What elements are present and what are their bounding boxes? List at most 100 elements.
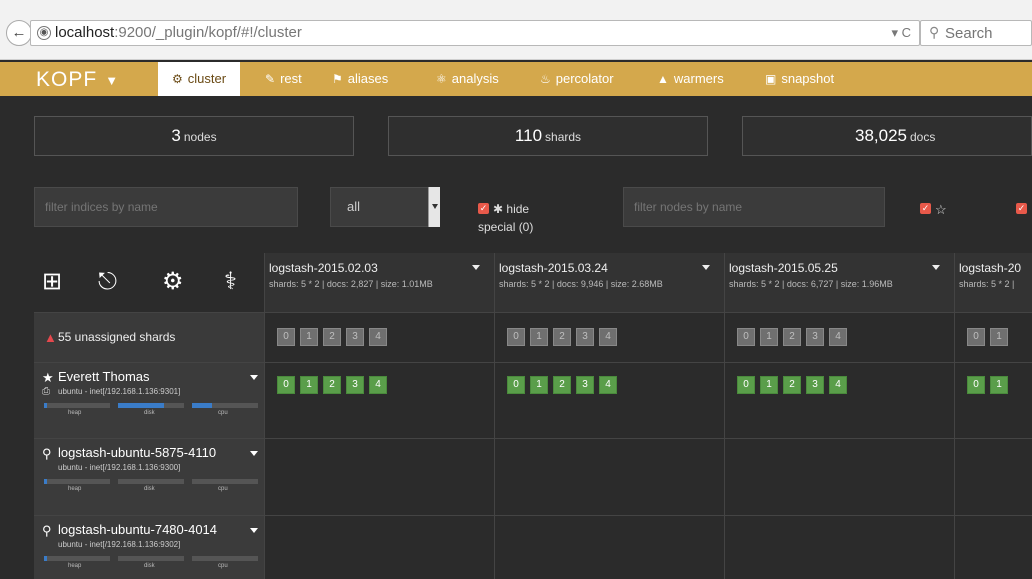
browser-toolbar: ← ◉ localhost:9200/_plugin/kopf/#!/clust… [0,0,1032,60]
unassigned-shard[interactable]: 2 [323,328,341,346]
index-header[interactable]: logstash-2015.05.25 shards: 5 * 2 | docs… [725,253,954,312]
unassigned-shard[interactable]: 3 [346,328,364,346]
started-shard[interactable]: 1 [300,376,318,394]
add-index-icon[interactable]: ⊞ [42,269,62,295]
filter-nodes-input[interactable] [623,187,885,227]
nav-cluster[interactable]: ⚙ cluster [158,62,241,96]
started-shard[interactable]: 3 [576,376,594,394]
select-arrow-icon [428,187,440,227]
nav-warmers[interactable]: ▲ warmers [657,62,724,96]
started-shard[interactable]: 1 [990,376,1008,394]
data-filter-checkbox[interactable]: ✓ [1016,203,1027,214]
grid-divider [34,438,1032,439]
filter-indices-input[interactable] [34,187,298,227]
master-filter-checkbox[interactable]: ✓ [920,203,931,214]
star-outline-icon: ☆ [935,202,947,217]
started-shard[interactable]: 3 [346,376,364,394]
disk-bar [118,403,184,408]
grid-divider [724,253,725,579]
unassigned-shard[interactable]: 0 [277,328,295,346]
unlock-icon[interactable]: ⎋ [98,269,117,295]
unassigned-shard[interactable]: 1 [300,328,318,346]
printer-icon: ⎙ [42,386,50,397]
started-shard[interactable]: 1 [530,376,548,394]
unassigned-shard[interactable]: 0 [737,328,755,346]
started-shard[interactable]: 2 [553,376,571,394]
cpu-bar [192,479,258,484]
caret-down-icon[interactable] [250,375,258,380]
asterisk-icon: ✱ [493,202,504,216]
reload-icon[interactable]: ▾ C [891,25,911,41]
gear-icon[interactable]: ⚙ [162,269,184,295]
index-header[interactable]: logstash-2015.03.24 shards: 5 * 2 | docs… [495,253,724,312]
stethoscope-icon[interactable]: ⚕ [224,269,237,295]
unassigned-shard[interactable]: 0 [967,328,985,346]
caret-down-icon[interactable] [250,528,258,533]
index-header[interactable]: logstash-20 shards: 5 * 2 | [955,253,1032,312]
nav-percolator[interactable]: ♨ percolator [540,62,614,96]
grid-divider [954,253,955,579]
disk-bar [118,556,184,561]
unassigned-shard[interactable]: 4 [599,328,617,346]
started-shard[interactable]: 1 [760,376,778,394]
caret-down-icon[interactable] [472,265,480,270]
heap-bar-fill [44,479,48,484]
started-shard[interactable]: 0 [737,376,755,394]
edit-icon: ✎ [265,72,276,86]
started-shard[interactable]: 3 [806,376,824,394]
grid-divider [264,253,265,579]
fire-icon: ▲ [657,72,669,86]
url-text: localhost:9200/_plugin/kopf/#!/cluster [55,24,302,41]
search-input[interactable] [945,23,1031,43]
heap-bar [44,403,110,408]
grid-divider [34,362,1032,363]
search-icon: ⚲ [42,523,52,538]
started-shard[interactable]: 2 [783,376,801,394]
star-icon: ★ [42,370,54,385]
started-shard[interactable]: 0 [277,376,295,394]
heap-bar [44,479,110,484]
docs-summary: 38,025 docs [742,116,1032,156]
unassigned-shard[interactable]: 2 [553,328,571,346]
nav-rest[interactable]: ✎ rest [265,62,302,96]
started-shard[interactable]: 4 [369,376,387,394]
nav-aliases[interactable]: ⚑ aliases [332,62,388,96]
node-row-logstash-5875: ⚲ logstash-ubuntu-5875-4110 ubuntu - ine… [34,439,264,515]
heap-bar-fill [44,556,48,561]
brand-menu[interactable]: KOPF ▼ [36,68,119,92]
nav-analysis[interactable]: ⚛ analysis [436,62,499,96]
index-state-select[interactable]: all [330,187,440,227]
node-row-everett-thomas: ★ Everett Thomas ⎙ ubuntu - inet[/192.16… [34,363,264,438]
started-shard[interactable]: 4 [829,376,847,394]
unassigned-shard[interactable]: 1 [760,328,778,346]
camera-icon: ▣ [765,72,777,86]
unassigned-shard[interactable]: 1 [530,328,548,346]
started-shard[interactable]: 0 [507,376,525,394]
started-shard[interactable]: 2 [323,376,341,394]
disk-bar-fill [118,403,165,408]
unassigned-shard[interactable]: 0 [507,328,525,346]
caret-down-icon[interactable] [932,265,940,270]
started-shard[interactable]: 0 [967,376,985,394]
cluster-grid: ⊞ ⎋ ⚙ ⚕ logstash-2015.02.03 shards: 5 * … [34,253,1032,579]
unassigned-shard[interactable]: 3 [806,328,824,346]
caret-down-icon[interactable] [702,265,710,270]
started-shard[interactable]: 4 [599,376,617,394]
unassigned-shard[interactable]: 1 [990,328,1008,346]
unassigned-shard[interactable]: 4 [829,328,847,346]
nav-snapshot[interactable]: ▣ snapshot [765,62,834,96]
unassigned-shard[interactable]: 3 [576,328,594,346]
grid-divider [494,253,495,579]
back-arrow-icon[interactable]: ← [6,20,32,46]
grid-divider [34,312,1032,313]
unassigned-shard[interactable]: 2 [783,328,801,346]
disk-bar [118,479,184,484]
tree-icon: ⚛ [436,72,447,86]
caret-down-icon[interactable] [250,451,258,456]
browser-search[interactable]: ⚲ [920,20,1032,46]
node-row-logstash-7480: ⚲ logstash-ubuntu-7480-4014 ubuntu - ine… [34,516,264,579]
nodes-summary: 3 nodes [34,116,354,156]
index-header[interactable]: logstash-2015.02.03 shards: 5 * 2 | docs… [265,253,494,312]
unassigned-shard[interactable]: 4 [369,328,387,346]
address-bar[interactable]: ◉ localhost:9200/_plugin/kopf/#!/cluster… [30,20,920,46]
